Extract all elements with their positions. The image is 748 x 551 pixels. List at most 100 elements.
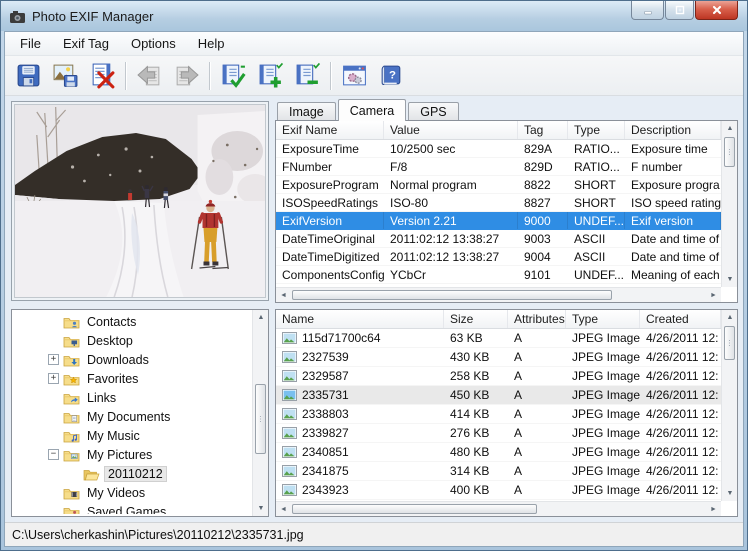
scroll-down-icon[interactable]: ▼ (722, 486, 738, 501)
file-cell: 2335731 (276, 386, 444, 404)
scroll-thumb[interactable] (292, 504, 537, 514)
exif-row[interactable]: DateTimeDigitized2011:02:12 13:38:279004… (276, 248, 721, 266)
tab-image[interactable]: Image (277, 102, 336, 120)
check-exif-tags-button[interactable] (215, 59, 251, 93)
scroll-thumb[interactable] (255, 384, 266, 454)
tree-vertical-scrollbar[interactable]: ▲ ▼ (252, 310, 268, 516)
expand-icon[interactable]: + (48, 373, 59, 384)
documents-folder-icon (63, 410, 80, 424)
tree-item-desktop[interactable]: Desktop (12, 331, 251, 350)
close-button[interactable] (695, 1, 738, 20)
exif-horizontal-scrollbar[interactable]: ◄ ► (276, 287, 721, 302)
exif-row[interactable]: FNumberF/8829DRATIO...F number (276, 158, 721, 176)
add-tag-icon (257, 62, 284, 89)
tree-item-my-documents[interactable]: My Documents (12, 407, 251, 426)
save-image-button[interactable] (47, 59, 83, 93)
file-list-header: Name Size Attributes Type Created (276, 310, 721, 329)
scroll-thumb[interactable] (724, 137, 735, 167)
image-file-icon (282, 351, 297, 363)
tree-item-favorites[interactable]: + Favorites (12, 369, 251, 388)
file-row[interactable]: 115d71700c6463 KBAJPEG Image4/26/2011 12… (276, 329, 721, 348)
tree-item-my-pictures[interactable]: −My Pictures (12, 445, 251, 464)
expand-icon[interactable]: + (48, 354, 59, 365)
exif-row[interactable]: ExifVersionVersion 2.219000UNDEF...Exif … (276, 212, 721, 230)
scroll-right-icon[interactable]: ► (706, 502, 721, 517)
exif-cell: ExposureProgram (276, 176, 384, 193)
scroll-up-icon[interactable]: ▲ (722, 310, 738, 325)
file-row[interactable]: 2341875314 KBAJPEG Image4/26/2011 12: (276, 462, 721, 481)
tree-item-contacts[interactable]: Contacts (12, 312, 251, 331)
tab-gps[interactable]: GPS (408, 102, 458, 120)
file-row[interactable]: 2340851480 KBAJPEG Image4/26/2011 12: (276, 443, 721, 462)
exif-cell: Exposure progra (625, 176, 721, 193)
exif-row[interactable]: DateTimeOriginal2011:02:12 13:38:279003A… (276, 230, 721, 248)
exif-row[interactable]: ISOSpeedRatingsISO-808827SHORTISO speed … (276, 194, 721, 212)
file-col-size[interactable]: Size (444, 310, 508, 328)
file-col-type[interactable]: Type (566, 310, 640, 328)
help-button[interactable]: ? (373, 59, 409, 93)
previous-image-button[interactable] (131, 59, 167, 93)
save-button[interactable] (10, 59, 46, 93)
exif-vertical-scrollbar[interactable]: ▲ ▼ (721, 121, 737, 287)
menu-item-file[interactable]: File (9, 33, 52, 54)
exif-cell: 10/2500 sec (384, 140, 518, 157)
file-row[interactable]: 2327539430 KBAJPEG Image4/26/2011 12: (276, 348, 721, 367)
tree-item-my-videos[interactable]: My Videos (12, 483, 251, 502)
remove-image-button[interactable] (84, 59, 120, 93)
maximize-button[interactable] (665, 1, 694, 20)
scroll-down-icon[interactable]: ▼ (722, 272, 738, 287)
app-window: Photo EXIF Manager File Exif Tag Options… (0, 0, 748, 551)
tree-item-saved-games[interactable]: Saved Games (12, 502, 251, 514)
tree-item-downloads[interactable]: +Downloads (12, 350, 251, 369)
expander-slot: − (48, 449, 63, 460)
exif-col-type[interactable]: Type (568, 121, 625, 139)
tree-item-20110212[interactable]: 20110212 (12, 464, 251, 483)
menu-item-exif-tag[interactable]: Exif Tag (52, 33, 120, 54)
preview-image[interactable] (14, 104, 266, 298)
tab-camera[interactable]: Camera (338, 99, 406, 121)
menubar: File Exif Tag Options Help (5, 32, 743, 56)
exif-col-value[interactable]: Value (384, 121, 518, 139)
menu-item-options[interactable]: Options (120, 33, 187, 54)
tree-item-links[interactable]: Links (12, 388, 251, 407)
add-exif-tag-button[interactable] (252, 59, 288, 93)
exif-col-name[interactable]: Exif Name (276, 121, 384, 139)
file-row[interactable]: 2338803414 KBAJPEG Image4/26/2011 12: (276, 405, 721, 424)
next-image-button[interactable] (168, 59, 204, 93)
file-col-attributes[interactable]: Attributes (508, 310, 566, 328)
file-col-created[interactable]: Created (640, 310, 721, 328)
scroll-left-icon[interactable]: ◄ (276, 502, 291, 517)
exif-row[interactable]: ComponentsConfig...YCbCr9101UNDEF...Mean… (276, 266, 721, 284)
options-window-icon (341, 62, 368, 89)
exif-row[interactable]: ExposureProgramNormal program8822SHORTEx… (276, 176, 721, 194)
scroll-up-icon[interactable]: ▲ (253, 310, 269, 325)
statusbar: C:\Users\cherkashin\Pictures\20110212\23… (5, 522, 743, 546)
file-row[interactable]: 2329587258 KBAJPEG Image4/26/2011 12: (276, 367, 721, 386)
file-col-name[interactable]: Name (276, 310, 444, 328)
scroll-up-icon[interactable]: ▲ (722, 121, 738, 136)
tree-item-label: Favorites (84, 372, 141, 386)
file-cell: 2340851 (276, 443, 444, 461)
file-row[interactable]: 2335731450 KBAJPEG Image4/26/2011 12: (276, 386, 721, 405)
scroll-down-icon[interactable]: ▼ (253, 501, 269, 516)
exif-row[interactable]: ExposureTime10/2500 sec829ARATIO...Expos… (276, 140, 721, 158)
minimize-button[interactable] (631, 1, 664, 20)
scroll-thumb[interactable] (292, 290, 612, 300)
tree-item-my-music[interactable]: My Music (12, 426, 251, 445)
files-vertical-scrollbar[interactable]: ▲ ▼ (721, 310, 737, 501)
collapse-icon[interactable]: − (48, 449, 59, 460)
file-row[interactable]: 2343923400 KBAJPEG Image4/26/2011 12: (276, 481, 721, 500)
exif-cell: ExposureTime (276, 140, 384, 157)
scroll-left-icon[interactable]: ◄ (276, 288, 291, 303)
exif-col-description[interactable]: Description (625, 121, 721, 139)
exif-cell: SHORT (568, 176, 625, 193)
scroll-thumb[interactable] (724, 326, 735, 360)
scroll-right-icon[interactable]: ► (706, 288, 721, 303)
exif-cell: SHORT (568, 194, 625, 211)
exif-col-tag[interactable]: Tag (518, 121, 568, 139)
file-row[interactable]: 2339827276 KBAJPEG Image4/26/2011 12: (276, 424, 721, 443)
options-button[interactable] (336, 59, 372, 93)
files-horizontal-scrollbar[interactable]: ◄ ► (276, 501, 721, 516)
remove-exif-tag-button[interactable] (289, 59, 325, 93)
menu-item-help[interactable]: Help (187, 33, 236, 54)
